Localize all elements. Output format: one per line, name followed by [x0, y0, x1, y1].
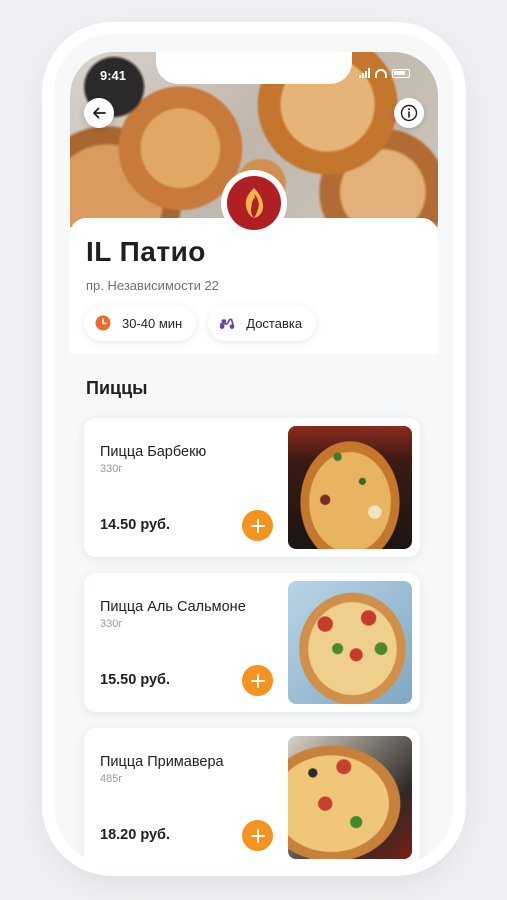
plus-icon	[250, 828, 265, 843]
phone-frame: 9:41 IL Патио пр. Независимости 22 30-40…	[54, 34, 454, 864]
flame-logo	[227, 176, 281, 230]
info-icon	[400, 104, 418, 122]
product-card[interactable]: Пицца Барбекю 330г 14.50 руб.	[84, 418, 420, 557]
plus-icon	[250, 518, 265, 533]
product-price: 14.50 руб.	[100, 517, 171, 533]
arrow-left-icon	[93, 107, 106, 119]
add-to-cart-button[interactable]	[242, 665, 273, 696]
product-name: Пицца Барбекю	[100, 444, 207, 460]
delivery-time-label: 30-40 мин	[122, 315, 183, 331]
section-title: Пиццы	[86, 378, 148, 398]
plus-icon	[250, 673, 265, 688]
restaurant-name: IL Патио	[86, 236, 206, 267]
status-time: 9:41	[100, 68, 127, 83]
back-button[interactable]	[84, 98, 114, 128]
restaurant-logo	[221, 170, 287, 236]
info-button[interactable]	[394, 98, 424, 128]
device-notch	[156, 52, 352, 84]
info-chips: 30-40 мин Доставка	[84, 305, 317, 341]
product-photo	[288, 581, 412, 704]
product-card[interactable]: Пицца Аль Сальмоне 330г 15.50 руб.	[84, 573, 420, 712]
app-screen: 9:41 IL Патио пр. Независимости 22 30-40…	[70, 52, 438, 864]
add-to-cart-button[interactable]	[242, 820, 273, 851]
restaurant-address: пр. Независимости 22	[86, 278, 219, 293]
product-weight: 330г	[100, 618, 123, 630]
product-weight: 330г	[100, 463, 123, 475]
status-icons	[359, 68, 410, 78]
clock-icon	[94, 314, 112, 332]
product-card[interactable]: Пицца Примавера 485г 18.20 руб.	[84, 728, 420, 864]
add-to-cart-button[interactable]	[242, 510, 273, 541]
product-name: Пицца Примавера	[100, 754, 224, 770]
delivery-chip[interactable]: Доставка	[208, 305, 317, 341]
product-photo	[288, 736, 412, 859]
product-price: 18.20 руб.	[100, 827, 171, 843]
product-weight: 485г	[100, 773, 123, 785]
product-photo	[288, 426, 412, 549]
battery-icon	[392, 68, 410, 78]
delivery-time-chip[interactable]: 30-40 мин	[84, 305, 197, 341]
product-price: 15.50 руб.	[100, 672, 171, 688]
wifi-icon	[375, 68, 387, 78]
restaurant-info-card: IL Патио пр. Независимости 22 30-40 мин	[70, 218, 438, 354]
product-name: Пицца Аль Сальмоне	[100, 599, 246, 615]
scooter-icon	[218, 314, 236, 332]
signal-icon	[359, 68, 370, 78]
delivery-label: Доставка	[246, 315, 303, 331]
